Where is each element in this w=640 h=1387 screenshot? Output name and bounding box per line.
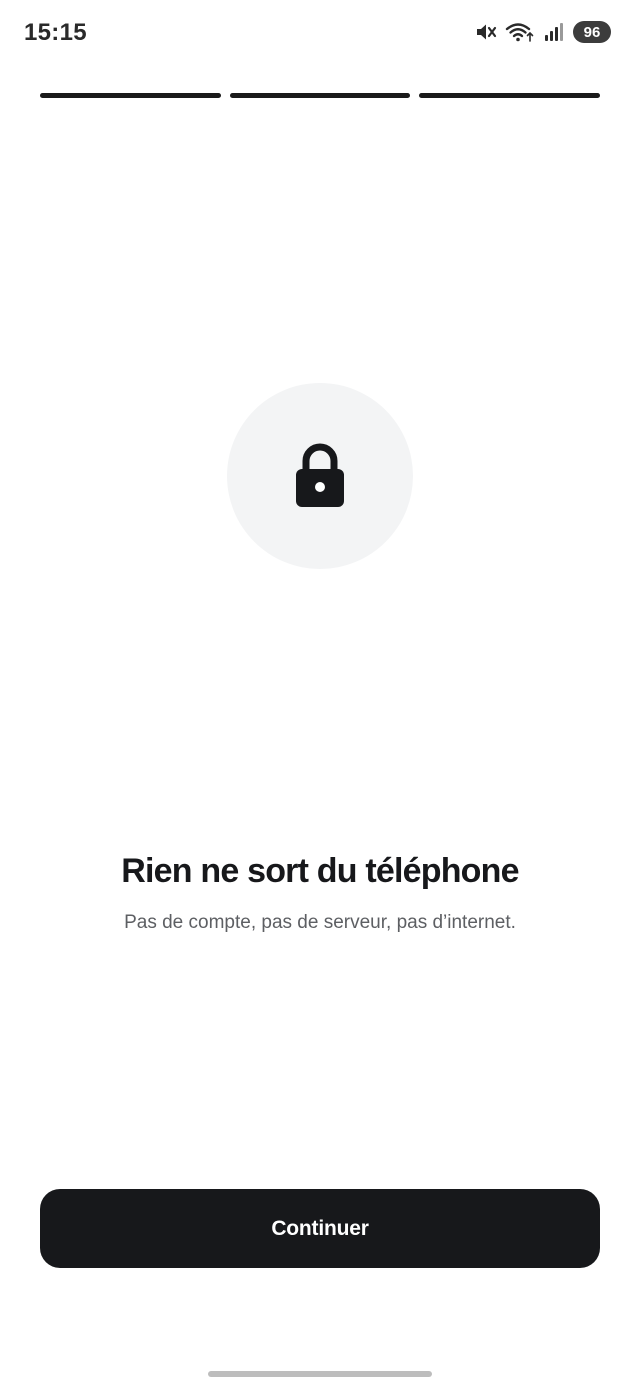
- status-icons: 96: [475, 21, 611, 43]
- onboarding-screen: 15:15 96 Rien ne sort du téléphone Pas d…: [0, 0, 640, 1387]
- status-bar: 15:15 96: [0, 0, 640, 70]
- onboarding-progress: [40, 93, 601, 98]
- signal-icon: [545, 23, 563, 41]
- illustration-circle: [227, 383, 413, 569]
- home-indicator[interactable]: [208, 1371, 432, 1377]
- lock-icon: [296, 443, 344, 507]
- battery-icon: 96: [573, 21, 611, 43]
- page-title: Rien ne sort du téléphone: [121, 852, 519, 890]
- mute-icon: [477, 24, 497, 40]
- continue-button[interactable]: Continuer: [40, 1189, 600, 1268]
- page-subtitle: Pas de compte, pas de serveur, pas d’int…: [124, 912, 516, 933]
- progress-segment: [229, 93, 411, 98]
- progress-segment: [40, 93, 221, 98]
- status-time: 15:15: [24, 19, 87, 46]
- progress-segment: [419, 93, 601, 98]
- wifi-icon: [505, 23, 534, 42]
